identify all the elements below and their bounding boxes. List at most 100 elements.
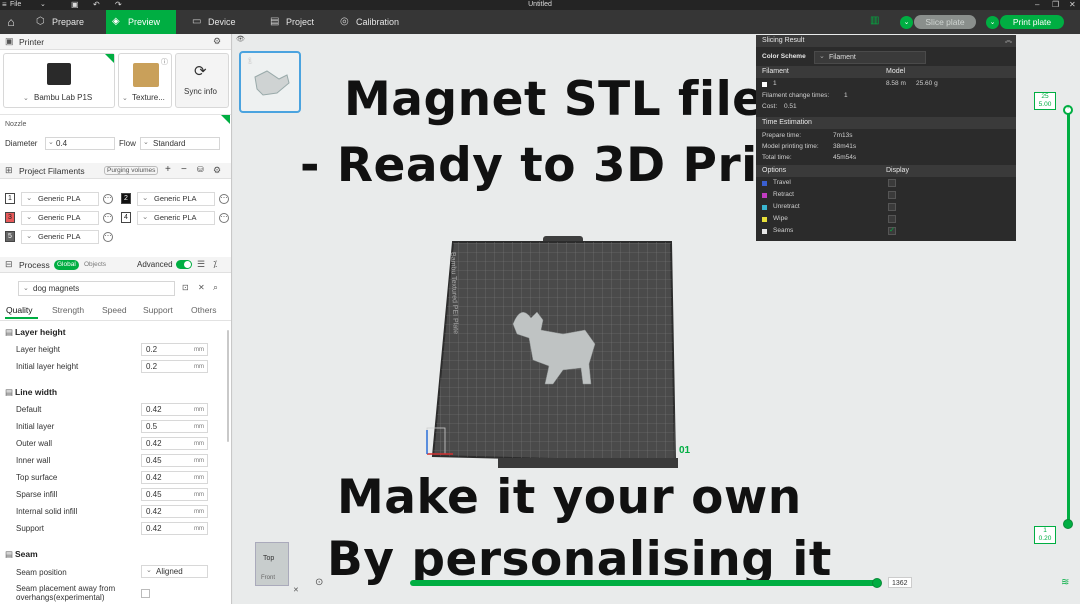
advanced-switch[interactable] (176, 260, 192, 269)
travel-checkbox[interactable] (888, 179, 896, 187)
gear-icon[interactable]: ⚙ (213, 36, 221, 47)
color-scheme-select[interactable]: ⌄ Filament (814, 51, 926, 64)
close-icon[interactable]: ✕ (293, 586, 299, 594)
gear-icon[interactable]: ⚙ (213, 165, 221, 176)
filament-item-1[interactable]: 1 ⌄ Generic PLA ⋯ (5, 192, 115, 206)
list-icon[interactable]: ☰ (197, 259, 205, 270)
top-layer-height: 5.00 (1038, 101, 1052, 108)
move-slider-track[interactable] (410, 580, 878, 586)
filament-item-3[interactable]: 3 ⌄ Generic PLA ⋯ (5, 211, 115, 225)
filament-number: 5 (5, 231, 15, 242)
close-icon[interactable]: ✕ (1069, 0, 1076, 9)
unretract-checkbox[interactable] (888, 203, 896, 211)
scrollbar[interactable] (227, 330, 229, 442)
top-surface-input[interactable]: 0.42 mm (141, 471, 208, 484)
view-cube[interactable]: Top Front (255, 542, 289, 586)
view-cube-top: Top (263, 555, 275, 562)
filament-header-row: Filament Model (756, 66, 1016, 78)
tab-strength[interactable]: Strength (52, 305, 84, 315)
flow-select[interactable]: ⌄ Standard (140, 137, 220, 150)
inner-wall-input[interactable]: 0.45 mm (141, 454, 208, 467)
plate-list-icon[interactable]: ▥ (870, 15, 879, 26)
plate-select[interactable]: ⓘ ⌄ Texture... (118, 53, 172, 108)
tab-calibration-label: Calibration (356, 17, 400, 27)
outer-wall-input[interactable]: 0.42 mm (141, 437, 208, 450)
tab-preview[interactable]: ◈ Preview (106, 10, 176, 34)
filament-item-5[interactable]: 5 ⌄ Generic PLA ⋯ (5, 230, 115, 244)
retract-checkbox[interactable] (888, 191, 896, 199)
window-title: Untitled (528, 1, 552, 8)
filament-number: 2 (121, 193, 131, 204)
tab-prepare[interactable]: ⬡ Prepare (30, 10, 110, 34)
edit-icon[interactable]: ⋯ (219, 213, 229, 223)
sparse-infill-input[interactable]: 0.45 mm (141, 488, 208, 501)
filament-item-4[interactable]: 4 ⌄ Generic PLA ⋯ (121, 211, 231, 225)
layer-slider-top-handle[interactable]: + (1063, 104, 1073, 115)
flow-value: Standard (153, 139, 186, 148)
overlay-line-1: Magnet STL file (344, 72, 765, 127)
diameter-select[interactable]: ⌄ 0.4 (45, 137, 115, 150)
tab-support[interactable]: Support (143, 305, 173, 315)
tab-others[interactable]: Others (191, 305, 217, 315)
compare-icon[interactable]: ⁒ (213, 259, 217, 270)
tab-quality[interactable]: Quality (6, 305, 32, 315)
wipe-swatch (762, 217, 767, 222)
layer-slider-bottom-handle[interactable] (1063, 519, 1073, 529)
edit-icon[interactable]: ⋯ (103, 213, 113, 223)
filament-name[interactable]: ⌄ Generic PLA (137, 211, 215, 225)
tab-speed[interactable]: Speed (102, 305, 127, 315)
plate-thumbnail[interactable]: 1 (239, 51, 301, 113)
tab-calibration[interactable]: ◎ Calibration (334, 10, 424, 34)
remove-icon[interactable]: − (181, 164, 187, 175)
edit-icon[interactable]: ⋯ (219, 194, 229, 204)
seam-away-checkbox[interactable] (141, 589, 150, 598)
layer-slider-track[interactable] (1067, 108, 1070, 526)
info-icon[interactable]: ⓘ (161, 57, 168, 67)
printer-select[interactable]: ⌄ Bambu Lab P1S (3, 53, 115, 108)
print-plate-button[interactable]: Print plate (1000, 15, 1064, 29)
default-width-input[interactable]: 0.42 mm (141, 403, 208, 416)
search-icon[interactable]: ⌕ (213, 282, 218, 293)
support-width-input[interactable]: 0.42 mm (141, 522, 208, 535)
filament-item-2[interactable]: 2 ⌄ Generic PLA ⋯ (121, 192, 231, 206)
overlay-line-2: - Ready to 3D Print (300, 138, 815, 193)
restore-icon[interactable]: ❐ (1052, 0, 1059, 9)
layers-icon[interactable]: ≋ (1061, 577, 1069, 588)
purging-volumes-button[interactable]: Purging volumes (104, 166, 159, 175)
top-layer-label: 25 5.00 (1034, 92, 1056, 110)
print-dropdown-icon[interactable]: ⌄ (986, 16, 999, 29)
slice-dropdown-icon[interactable]: ⌄ (900, 16, 913, 29)
filament-name[interactable]: ⌄ Generic PLA (137, 192, 215, 206)
initial-layer-width-input[interactable]: 0.5 mm (141, 420, 208, 433)
camera-icon[interactable]: ⊙ (315, 577, 323, 588)
edit-icon[interactable]: ⋯ (103, 232, 113, 242)
seams-checkbox[interactable]: ✓ (888, 227, 896, 235)
edit-icon[interactable]: ⋯ (103, 194, 113, 204)
filament-name[interactable]: ⌄ Generic PLA (21, 192, 99, 206)
minimize-icon[interactable]: – (1035, 0, 1039, 9)
layer-height-input[interactable]: 0.2 mm (141, 343, 208, 356)
tab-project-label: Project (286, 17, 315, 27)
internal-solid-infill-input[interactable]: 0.42 mm (141, 505, 208, 518)
initial-layer-height-input[interactable]: 0.2 mm (141, 360, 208, 373)
seam-position-select[interactable]: ⌄ Aligned (141, 565, 208, 578)
preset-select[interactable]: ⌄ dog magnets (18, 281, 175, 296)
eye-icon[interactable]: 👁 (236, 35, 245, 43)
save-preset-icon[interactable]: ⊡ (182, 283, 189, 292)
sync-info-button[interactable]: ⟳ Sync info (175, 53, 229, 108)
add-icon[interactable]: + (165, 164, 171, 175)
home-icon[interactable]: ⌂ (0, 10, 22, 34)
move-slider-handle[interactable] (872, 578, 882, 588)
tab-device[interactable]: ▭ Device (186, 10, 256, 34)
global-toggle[interactable]: Global (54, 260, 79, 270)
sync-filament-icon[interactable]: ⛁ (197, 165, 204, 174)
collapse-icon[interactable]: ︽ (1005, 35, 1012, 47)
filament-name[interactable]: ⌄ Generic PLA (21, 230, 99, 244)
wipe-checkbox[interactable] (888, 215, 896, 223)
slice-plate-button[interactable]: Slice plate (914, 15, 976, 29)
objects-toggle[interactable]: Objects (84, 261, 106, 268)
close-icon[interactable]: ✕ (198, 283, 205, 292)
tab-underline (5, 317, 38, 319)
tab-project[interactable]: ▤ Project (264, 10, 334, 34)
filament-name[interactable]: ⌄ Generic PLA (21, 211, 99, 225)
